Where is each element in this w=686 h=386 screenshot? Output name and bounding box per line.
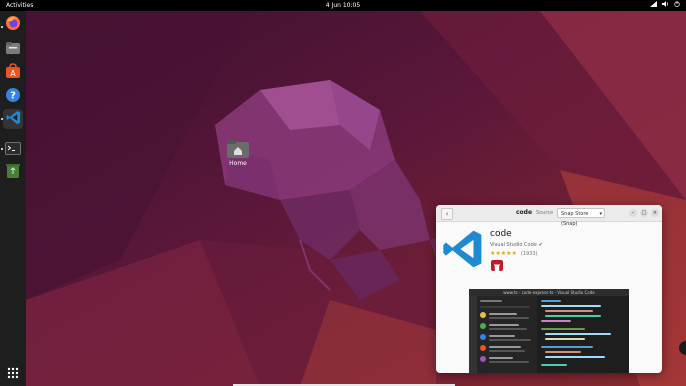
dock-item-vscode[interactable] — [3, 109, 23, 129]
svg-text:A: A — [10, 69, 16, 78]
desktop-home-folder[interactable]: Home — [225, 140, 251, 167]
dock: A ? — [0, 11, 26, 386]
dock-item-help[interactable]: ? — [3, 87, 23, 107]
source-dropdown[interactable]: Snap Store (Snap) ▾ — [557, 208, 605, 227]
window-title: code — [516, 209, 533, 216]
trash-icon — [6, 163, 20, 183]
screenshot-extensions-panel — [477, 296, 537, 373]
dock-item-software[interactable]: A — [3, 63, 23, 83]
source-label: Source — [536, 210, 554, 216]
firefox-icon — [5, 15, 21, 35]
sidebar-toggle-handle[interactable] — [679, 341, 686, 355]
dock-item-files[interactable] — [3, 39, 23, 59]
files-icon — [5, 40, 21, 59]
developer-name: Visual Studio Code — [490, 242, 537, 248]
app-name: code — [490, 229, 512, 239]
close-icon: × — [652, 210, 658, 216]
terminal-icon — [5, 140, 21, 159]
app-developer: Visual Studio Code ✔ — [490, 242, 543, 248]
ubuntu-software-icon: A — [5, 63, 21, 83]
chevron-left-icon: ‹ — [445, 210, 449, 218]
trash-icon — [494, 256, 500, 275]
svg-text:?: ? — [10, 91, 16, 102]
show-apps-icon — [7, 364, 19, 383]
maximize-button[interactable]: □ — [640, 209, 648, 217]
vscode-app-icon — [442, 228, 484, 270]
chevron-down-icon: ▾ — [599, 211, 602, 217]
dock-item-trash[interactable] — [3, 163, 23, 183]
power-icon — [674, 0, 680, 11]
dock-item-terminal[interactable] — [3, 139, 23, 159]
maximize-icon: □ — [641, 210, 647, 216]
vscode-icon — [5, 110, 21, 129]
volume-icon — [662, 0, 669, 11]
show-apps-button[interactable] — [3, 363, 23, 383]
system-tray[interactable] — [650, 0, 680, 11]
dock-item-firefox[interactable] — [3, 15, 23, 35]
clock[interactable]: 4 Jun 10:05 — [0, 0, 686, 11]
network-icon — [650, 0, 657, 11]
verified-icon: ✔ — [538, 242, 543, 248]
home-label: Home — [229, 160, 247, 167]
software-window: ‹ code Source Snap Store (Snap) ▾ – □ × … — [436, 205, 662, 373]
help-icon: ? — [5, 87, 21, 107]
screenshot-editor — [537, 296, 629, 373]
screenshot-title: www.ts - code-express-ts - Visual Studio… — [469, 289, 629, 296]
rating-count: (1933) — [520, 251, 538, 257]
close-button[interactable]: × — [651, 209, 659, 217]
minimize-button[interactable]: – — [629, 209, 637, 217]
source-value: Snap Store (Snap) — [561, 211, 589, 227]
home-folder-icon — [227, 140, 249, 158]
window-header: ‹ code Source Snap Store (Snap) ▾ – □ × — [436, 205, 662, 227]
remove-button[interactable] — [491, 260, 503, 271]
minimize-icon: – — [631, 210, 635, 216]
screenshot-activity-bar — [469, 296, 477, 373]
app-screenshot[interactable]: www.ts - code-express-ts - Visual Studio… — [469, 289, 629, 373]
back-button[interactable]: ‹ — [441, 208, 453, 220]
top-bar: Activities 4 Jun 10:05 — [0, 0, 686, 11]
